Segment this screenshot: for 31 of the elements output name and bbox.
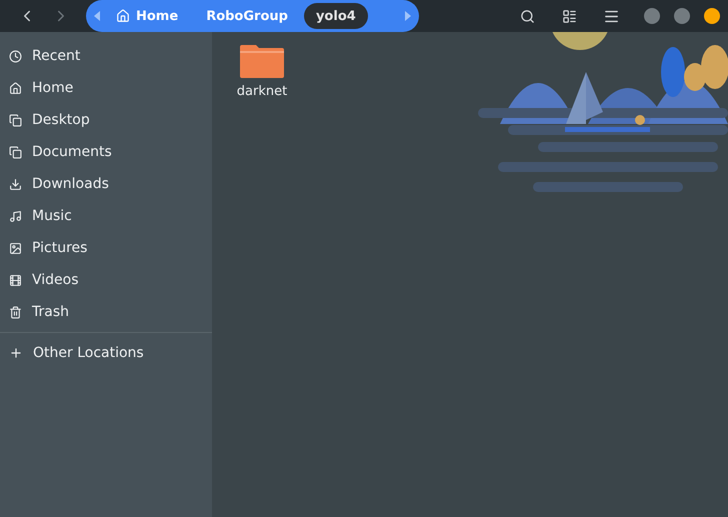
sidebar-item-icon <box>9 146 22 158</box>
minimize-button[interactable] <box>644 8 660 24</box>
sidebar-item[interactable]: Videos <box>0 264 212 296</box>
close-button[interactable] <box>704 8 720 24</box>
sidebar-item[interactable]: Downloads <box>0 168 212 200</box>
home-icon <box>116 9 130 23</box>
path-button[interactable]: Home <box>104 3 190 29</box>
sidebar-item[interactable]: Trash <box>0 296 212 328</box>
sidebar-item-icon <box>9 242 22 254</box>
sidebar-item[interactable]: Music <box>0 200 212 232</box>
sidebar-item-icon <box>9 306 22 318</box>
sidebar-item[interactable]: Desktop <box>0 104 212 136</box>
sidebar-item[interactable]: Documents <box>0 136 212 168</box>
list-view-icon <box>562 8 576 24</box>
plus-icon <box>9 346 23 360</box>
sidebar-item-icon <box>9 114 22 126</box>
path-button[interactable]: yolo4 <box>304 3 368 29</box>
file-name: darknet <box>236 84 288 99</box>
sidebar-item[interactable]: Home <box>0 72 212 104</box>
folder-icon[interactable] <box>240 44 284 78</box>
search-icon <box>520 8 534 24</box>
path-button[interactable]: RoboGroup <box>194 3 300 29</box>
maximize-button[interactable] <box>674 8 690 24</box>
sidebar-item-icon <box>9 50 22 62</box>
sidebar-item[interactable]: Other Locations <box>0 337 212 369</box>
sidebar-item[interactable]: Pictures <box>0 232 212 264</box>
sidebar-item-icon <box>9 82 22 94</box>
sidebar-item-icon <box>9 178 22 190</box>
sidebar-item-icon <box>9 274 22 286</box>
sidebar-item-icon <box>9 210 22 222</box>
sidebar-item[interactable]: Recent <box>0 40 212 72</box>
